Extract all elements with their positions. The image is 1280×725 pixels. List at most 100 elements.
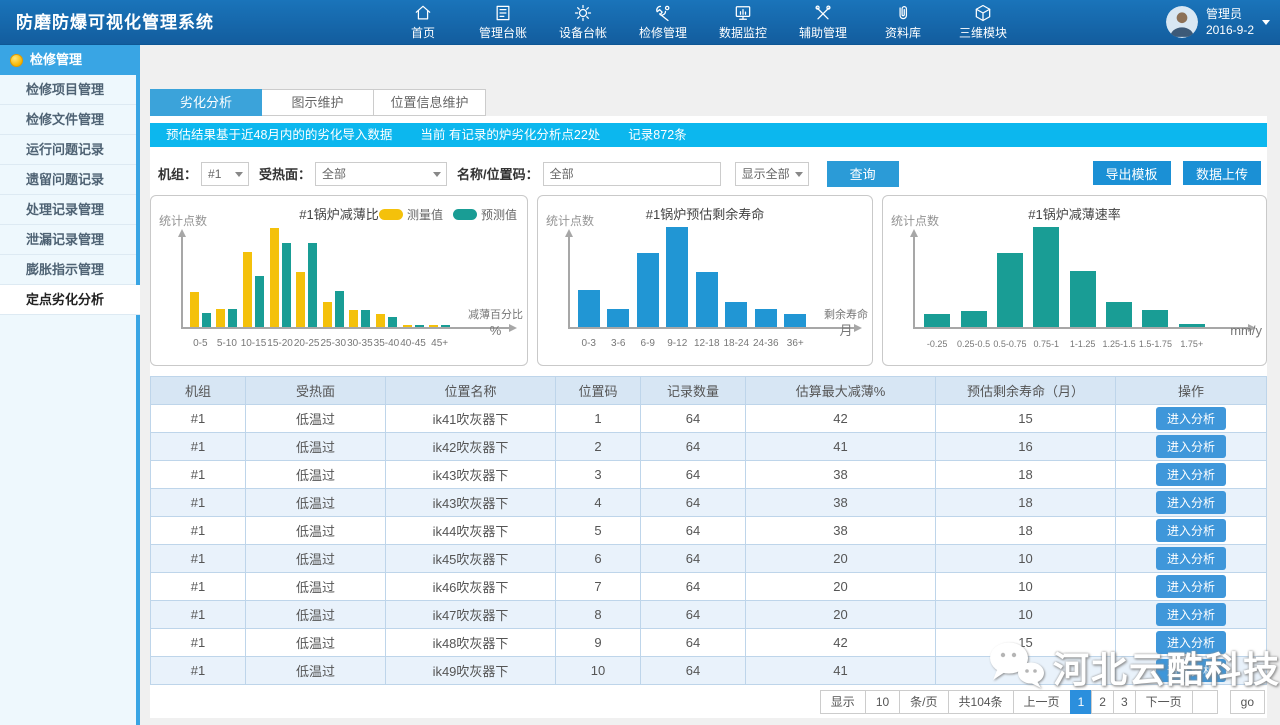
chart-title: #1锅炉减薄速率 xyxy=(883,204,1266,223)
bar-group xyxy=(633,253,663,327)
cell-code: 9 xyxy=(556,629,641,657)
data-upload-button[interactable]: 数据上传 xyxy=(1183,161,1261,185)
cell-life: 16 xyxy=(936,433,1116,461)
unit-select[interactable]: #1 xyxy=(201,162,249,186)
cell-surface: 低温过 xyxy=(246,461,386,489)
bar xyxy=(349,310,358,327)
bar xyxy=(388,317,397,327)
cell-unit: #1 xyxy=(151,601,246,629)
nav-item-home[interactable]: 首页 xyxy=(383,0,463,45)
nav-item-library[interactable]: 资料库 xyxy=(863,0,943,45)
name-code-input[interactable] xyxy=(543,162,721,186)
enter-analysis-button[interactable]: 进入分析 xyxy=(1156,463,1226,486)
page-size[interactable]: 10 xyxy=(865,690,900,714)
x-tick-label: 35-40 xyxy=(373,338,400,349)
surface-select[interactable]: 全部 xyxy=(315,162,447,186)
nav-item-equipment[interactable]: 设备台帐 xyxy=(543,0,623,45)
goto-page-input[interactable] xyxy=(1192,690,1218,714)
bar-group xyxy=(426,325,453,327)
x-axis xyxy=(181,327,509,329)
enter-analysis-button[interactable]: 进入分析 xyxy=(1156,491,1226,514)
cell-max-thin: 20 xyxy=(746,573,936,601)
chevron-down-icon[interactable] xyxy=(1262,20,1270,25)
chart-plot xyxy=(574,223,810,327)
nav-item-monitor[interactable]: 数据监控 xyxy=(703,0,783,45)
tab-bar: 劣化分析图示维护位置信息维护 xyxy=(150,89,486,116)
go-button[interactable]: go xyxy=(1230,690,1265,714)
charts-row: #1锅炉减薄比测量值预测值 统计点数 0-55-1010-1515-2020-2… xyxy=(150,195,1267,366)
display-select[interactable]: 显示全部 xyxy=(735,162,809,186)
tab-diagram-maintain[interactable]: 图示维护 xyxy=(262,89,374,116)
cell-life: 16 xyxy=(936,657,1116,685)
bar xyxy=(607,309,629,327)
x-tick-label: 18-24 xyxy=(722,338,752,349)
chart-panel-2: #1锅炉预估剩余寿命 统计点数 0-33-66-99-1212-1818-242… xyxy=(537,195,873,366)
x-tick-label: 36+ xyxy=(781,338,811,349)
export-template-button[interactable]: 导出模板 xyxy=(1093,161,1171,185)
nav-item-cube3d[interactable]: 三维模块 xyxy=(943,0,1023,45)
chart-panel-1: #1锅炉减薄比测量值预测值 统计点数 0-55-1010-1515-2020-2… xyxy=(150,195,528,366)
page-button-1[interactable]: 1 xyxy=(1070,690,1093,714)
bar-group xyxy=(373,314,400,327)
enter-analysis-button[interactable]: 进入分析 xyxy=(1156,547,1226,570)
bar xyxy=(578,290,600,327)
sidebar: 检修管理 检修项目管理检修文件管理运行问题记录遗留问题记录处理记录管理泄漏记录管… xyxy=(0,45,140,725)
cell-surface: 低温过 xyxy=(246,405,386,433)
bar xyxy=(997,253,1023,327)
query-button[interactable]: 查询 xyxy=(827,161,899,187)
sidebar-item-overhaul-files[interactable]: 检修文件管理 xyxy=(0,105,136,135)
cell-code: 5 xyxy=(556,517,641,545)
cell-code: 1 xyxy=(556,405,641,433)
app-header: 防磨防爆可视化管理系统 首页 管理台账 设备台帐 检修管理 数据监控 辅助管理 … xyxy=(0,0,1280,45)
page-button-2[interactable]: 2 xyxy=(1091,690,1114,714)
sidebar-header[interactable]: 检修管理 xyxy=(0,45,140,75)
bar xyxy=(1033,227,1059,327)
tab-position-info[interactable]: 位置信息维护 xyxy=(374,89,486,116)
enter-analysis-button[interactable]: 进入分析 xyxy=(1156,631,1226,654)
next-page-button[interactable]: 下一页 xyxy=(1135,690,1193,714)
bar-group xyxy=(187,292,214,327)
nav-item-overhaul[interactable]: 检修管理 xyxy=(623,0,703,45)
enter-analysis-button[interactable]: 进入分析 xyxy=(1156,435,1226,458)
enter-analysis-button[interactable]: 进入分析 xyxy=(1156,659,1226,682)
cell-action: 进入分析 xyxy=(1116,405,1267,433)
bar xyxy=(1179,324,1205,327)
sidebar-item-degradation[interactable]: 定点劣化分析 xyxy=(0,285,140,315)
bar xyxy=(961,311,987,327)
bar xyxy=(924,314,950,327)
sidebar-item-leak-records[interactable]: 泄漏记录管理 xyxy=(0,225,136,255)
bar xyxy=(282,243,291,327)
chart-plot xyxy=(187,223,453,327)
user-box[interactable]: 管理员 2016-9-2 xyxy=(1166,6,1254,38)
sidebar-item-legacy-issues[interactable]: 遗留问题记录 xyxy=(0,165,136,195)
sidebar-item-handle-records[interactable]: 处理记录管理 xyxy=(0,195,136,225)
sidebar-menu: 检修项目管理检修文件管理运行问题记录遗留问题记录处理记录管理泄漏记录管理膨胀指示… xyxy=(0,75,140,315)
table-row: #1低温过ik42吹灰器下2644116进入分析 xyxy=(151,433,1267,461)
user-avatar xyxy=(1166,6,1198,38)
x-tick-label: 6-9 xyxy=(633,338,663,349)
enter-analysis-button[interactable]: 进入分析 xyxy=(1156,603,1226,626)
nav-item-ledger[interactable]: 管理台账 xyxy=(463,0,543,45)
cell-count: 64 xyxy=(641,517,746,545)
enter-analysis-button[interactable]: 进入分析 xyxy=(1156,407,1226,430)
prev-page-button[interactable]: 上一页 xyxy=(1013,690,1071,714)
nav-item-assist[interactable]: 辅助管理 xyxy=(783,0,863,45)
x-tick-label: 3-6 xyxy=(604,338,634,349)
tab-degradation-analysis[interactable]: 劣化分析 xyxy=(150,89,262,116)
cell-max-thin: 41 xyxy=(746,657,936,685)
pagination: 显示10条/页共104条上一页123下一页go xyxy=(821,690,1265,714)
enter-analysis-button[interactable]: 进入分析 xyxy=(1156,519,1226,542)
nav-label: 辅助管理 xyxy=(783,25,863,41)
x-axis-unit: 减薄百分比% xyxy=(468,309,523,339)
sidebar-item-expansion-indicate[interactable]: 膨胀指示管理 xyxy=(0,255,136,285)
enter-analysis-button[interactable]: 进入分析 xyxy=(1156,575,1226,598)
cell-max-thin: 42 xyxy=(746,405,936,433)
page-button-3[interactable]: 3 xyxy=(1113,690,1136,714)
cell-action: 进入分析 xyxy=(1116,629,1267,657)
sidebar-item-run-issues[interactable]: 运行问题记录 xyxy=(0,135,136,165)
col-header-unit: 机组 xyxy=(151,377,246,405)
nav-label: 管理台账 xyxy=(463,25,543,41)
table-row: #1低温过ik49吹灰器下10644116进入分析 xyxy=(151,657,1267,685)
bar-group xyxy=(240,252,267,327)
sidebar-item-overhaul-projects[interactable]: 检修项目管理 xyxy=(0,75,136,105)
